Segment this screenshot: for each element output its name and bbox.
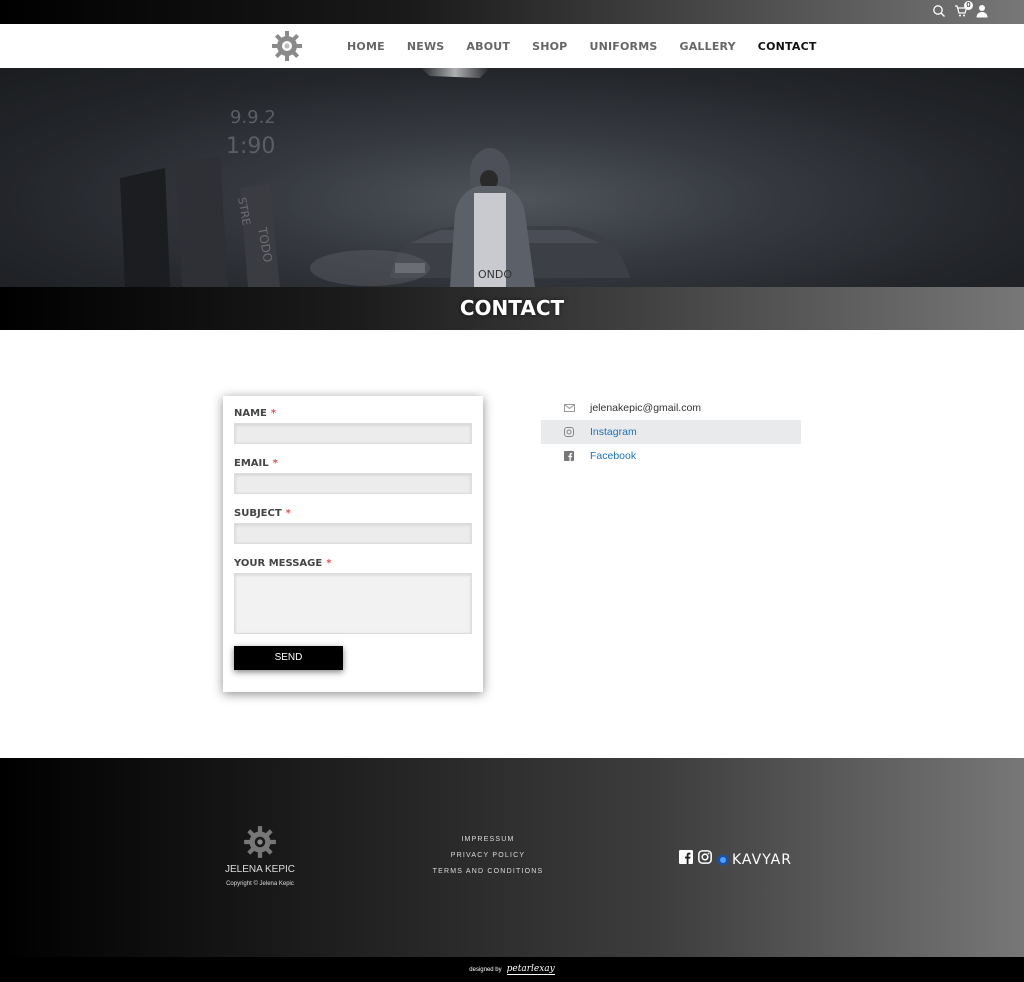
kavyar-logo-text: KAVYAR xyxy=(732,851,792,868)
hero-shirt-text: ONDO xyxy=(478,268,512,281)
footer-links: IMPRESSUM PRIVACY POLICY TERMS AND CONDI… xyxy=(418,836,558,884)
envelope-icon xyxy=(562,404,576,412)
contact-form: NAME * EMAIL * SUBJECT * YOUR MESSAGE * SEND xyxy=(223,396,483,692)
footer-link-impressum[interactable]: IMPRESSUM xyxy=(418,836,558,843)
designer-signature[interactable]: petarlexay xyxy=(506,964,555,975)
page-title-bar: CONTACT xyxy=(0,287,1024,330)
email-label-text: EMAIL xyxy=(234,458,269,469)
email-field-group: EMAIL * xyxy=(234,458,472,494)
nav-item-about[interactable]: ABOUT xyxy=(466,40,510,53)
contact-email-text: jelenakepic@gmail.com xyxy=(590,402,702,414)
subject-input[interactable] xyxy=(234,523,472,544)
hero-illustration: 9.9.2 1:90 TODO STRE ONDO xyxy=(0,68,1024,287)
instagram-link[interactable]: Instagram xyxy=(590,426,637,438)
subject-label-text: SUBJECT xyxy=(234,508,282,519)
footer-link-terms[interactable]: TERMS AND CONDITIONS xyxy=(418,868,558,875)
nav-menu: HOME NEWS ABOUT SHOP UNIFORMS GALLERY CO… xyxy=(336,24,828,68)
nav-item-news[interactable]: NEWS xyxy=(407,40,445,53)
facebook-link[interactable]: Facebook xyxy=(590,450,636,462)
hero-banner-image: 9.9.2 1:90 TODO STRE ONDO xyxy=(0,68,1024,287)
gear-logo-icon[interactable] xyxy=(270,29,304,63)
bottom-bar: designed by petarlexay xyxy=(0,957,1024,982)
nav-item-home[interactable]: HOME xyxy=(347,40,385,53)
instagram-icon xyxy=(562,427,576,437)
name-field-group: NAME * xyxy=(234,408,472,444)
search-icon[interactable] xyxy=(932,4,946,18)
subject-field-group: SUBJECT * xyxy=(234,508,472,544)
contact-facebook-row[interactable]: Facebook xyxy=(541,444,801,468)
required-marker: * xyxy=(326,558,332,569)
footer-social: KAVYAR xyxy=(679,850,792,869)
footer-instagram-icon[interactable] xyxy=(698,850,712,869)
footer-gear-logo-icon xyxy=(242,824,278,860)
top-bar: 0 xyxy=(0,0,1024,24)
nav-item-gallery[interactable]: GALLERY xyxy=(679,40,735,53)
cart-count-badge: 0 xyxy=(964,1,973,10)
nav-item-shop[interactable]: SHOP xyxy=(532,40,567,53)
designed-by-label: designed by xyxy=(469,966,502,973)
message-field-group: YOUR MESSAGE * xyxy=(234,558,472,634)
send-button[interactable]: SEND xyxy=(234,646,343,670)
kavyar-logo-icon[interactable]: KAVYAR xyxy=(717,852,792,868)
email-input[interactable] xyxy=(234,473,472,494)
contact-info-list: jelenakepic@gmail.com Instagram Facebook xyxy=(541,396,801,468)
footer-brand-name: JELENA KEPIC xyxy=(224,864,296,875)
required-marker: * xyxy=(270,408,277,419)
required-marker: * xyxy=(272,458,278,469)
main-navbar: HOME NEWS ABOUT SHOP UNIFORMS GALLERY CO… xyxy=(0,24,1024,69)
nav-item-contact[interactable]: CONTACT xyxy=(758,40,817,53)
hero-sign-text: 1:90 xyxy=(226,134,275,159)
required-marker: * xyxy=(285,508,291,519)
message-textarea[interactable] xyxy=(234,573,472,634)
footer-copyright: Copyright © Jelena Kepic xyxy=(226,881,294,887)
nav-item-uniforms[interactable]: UNIFORMS xyxy=(589,40,657,53)
message-label: YOUR MESSAGE * xyxy=(234,558,472,569)
contact-email-row[interactable]: jelenakepic@gmail.com xyxy=(541,396,801,420)
hero-sign-text: 9.9.2 xyxy=(230,107,276,128)
cart-icon[interactable]: 0 xyxy=(954,1,973,18)
name-input[interactable] xyxy=(234,423,472,444)
footer-facebook-icon[interactable] xyxy=(679,850,693,869)
footer-link-privacy-policy[interactable]: PRIVACY POLICY xyxy=(418,852,558,859)
user-icon[interactable] xyxy=(976,4,990,18)
page-title: CONTACT xyxy=(459,296,565,320)
subject-label: SUBJECT * xyxy=(234,508,472,519)
name-label: NAME * xyxy=(234,408,472,419)
designed-by: designed by petarlexay xyxy=(0,957,1024,982)
facebook-icon xyxy=(562,451,576,461)
top-icons: 0 xyxy=(932,1,990,18)
contact-instagram-row[interactable]: Instagram xyxy=(541,420,801,444)
email-label: EMAIL * xyxy=(234,458,472,469)
site-footer: JELENA KEPIC Copyright © Jelena Kepic IM… xyxy=(0,758,1024,957)
message-label-text: YOUR MESSAGE xyxy=(234,558,323,569)
name-label-text: NAME xyxy=(234,408,267,419)
